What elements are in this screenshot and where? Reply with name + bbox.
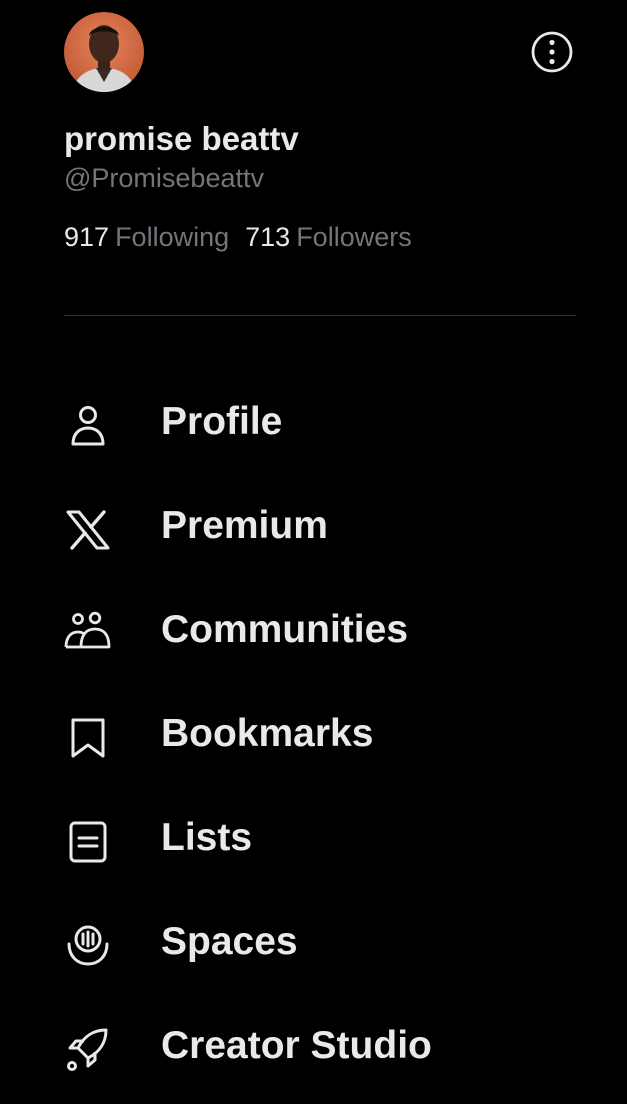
- display-name: promise beattv: [64, 120, 299, 157]
- menu-item-label: Creator Studio: [161, 1024, 432, 1067]
- more-options-button[interactable]: [530, 30, 574, 74]
- menu-item-spaces[interactable]: Spaces: [0, 892, 627, 996]
- bookmark-icon: [64, 714, 112, 762]
- followers-count: 713: [245, 222, 291, 252]
- menu-item-label: Spaces: [161, 920, 298, 963]
- user-handle: @Promisebeattv: [64, 163, 264, 193]
- menu-item-label: Bookmarks: [161, 712, 374, 755]
- account-drawer: promise beattv @Promisebeattv 917 Followi…: [0, 0, 627, 1104]
- divider: [64, 315, 576, 316]
- spaces-icon: [64, 922, 112, 970]
- menu-item-label: Communities: [161, 608, 409, 651]
- following-link[interactable]: 917 Following: [64, 222, 229, 253]
- following-count: 917: [64, 222, 110, 252]
- menu-item-label: Lists: [161, 816, 253, 859]
- communities-icon: [64, 610, 112, 658]
- more-options-icon: [530, 31, 574, 78]
- menu-item-communities[interactable]: Communities: [0, 580, 627, 684]
- menu-item-creator-studio[interactable]: Creator Studio: [0, 996, 627, 1100]
- avatar[interactable]: [64, 12, 144, 92]
- followers-label: Followers: [296, 222, 412, 252]
- list-icon: [64, 818, 112, 866]
- drawer-menu: Profile Premium Communities Bookmarks Li…: [0, 372, 627, 1100]
- following-label: Following: [115, 222, 230, 252]
- x-logo-icon: [64, 506, 112, 554]
- menu-item-lists[interactable]: Lists: [0, 788, 627, 892]
- menu-item-premium[interactable]: Premium: [0, 476, 627, 580]
- menu-item-profile[interactable]: Profile: [0, 372, 627, 476]
- menu-item-bookmarks[interactable]: Bookmarks: [0, 684, 627, 788]
- followers-link[interactable]: 713 Followers: [245, 222, 412, 253]
- follow-stats: 917 Following 713 Followers: [64, 222, 412, 253]
- menu-item-label: Profile: [161, 400, 283, 443]
- person-icon: [64, 402, 112, 450]
- menu-item-label: Premium: [161, 504, 328, 547]
- rocket-icon: [64, 1026, 112, 1074]
